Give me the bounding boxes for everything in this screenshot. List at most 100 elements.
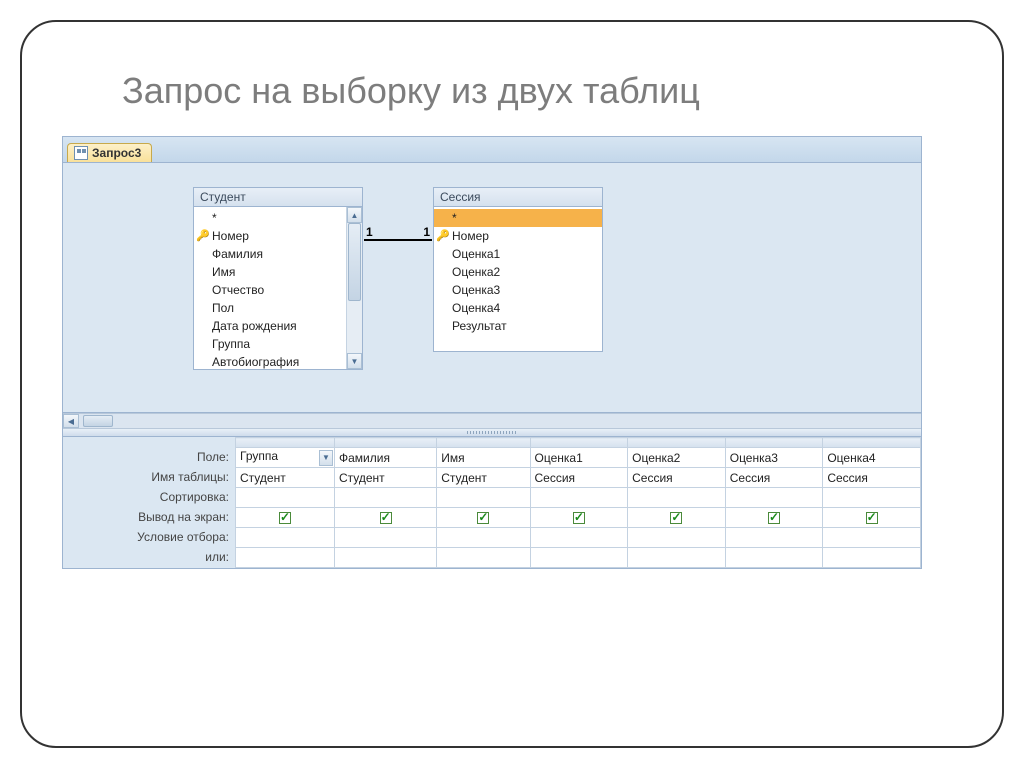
hscroll-design[interactable]: ◀ bbox=[63, 413, 921, 429]
show-checkbox[interactable] bbox=[768, 512, 780, 524]
table-cell[interactable]: Студент bbox=[236, 468, 335, 488]
sort-cell[interactable] bbox=[725, 488, 823, 508]
table-cell[interactable]: Сессия bbox=[725, 468, 823, 488]
table-cell[interactable]: Студент bbox=[437, 468, 530, 488]
scroll-up-button[interactable]: ▲ bbox=[347, 207, 362, 223]
field-cell[interactable]: Оценка4 bbox=[823, 448, 921, 468]
sort-cell[interactable] bbox=[823, 488, 921, 508]
field-cell[interactable]: Оценка3 bbox=[725, 448, 823, 468]
hscroll-thumb[interactable] bbox=[83, 415, 113, 427]
or-cell[interactable] bbox=[725, 548, 823, 568]
sort-cell[interactable] bbox=[628, 488, 726, 508]
criteria-cell[interactable] bbox=[437, 528, 530, 548]
field-cell[interactable]: Оценка2 bbox=[628, 448, 726, 468]
pane-splitter[interactable] bbox=[63, 429, 921, 437]
show-checkbox[interactable] bbox=[866, 512, 878, 524]
show-cell[interactable] bbox=[334, 508, 436, 528]
criteria-cell[interactable] bbox=[628, 528, 726, 548]
table-header[interactable]: Студент bbox=[194, 188, 362, 207]
show-checkbox[interactable] bbox=[279, 512, 291, 524]
show-cell[interactable] bbox=[628, 508, 726, 528]
scroll-left-button[interactable]: ◀ bbox=[63, 414, 79, 428]
criteria-cell[interactable] bbox=[334, 528, 436, 548]
scroll-thumb[interactable] bbox=[348, 223, 361, 301]
sort-cell[interactable] bbox=[334, 488, 436, 508]
field-row[interactable]: Результат bbox=[434, 317, 602, 335]
table-header[interactable]: Сессия bbox=[434, 188, 602, 207]
field-cell[interactable]: Фамилия bbox=[334, 448, 436, 468]
field-name: Автобиография bbox=[212, 355, 299, 369]
column-selector[interactable] bbox=[725, 438, 823, 448]
field-row[interactable]: Оценка3 bbox=[434, 281, 602, 299]
relationship-line[interactable] bbox=[364, 239, 432, 241]
field-row[interactable]: Оценка2 bbox=[434, 263, 602, 281]
show-cell[interactable] bbox=[725, 508, 823, 528]
field-cell[interactable]: Группа▼ bbox=[236, 448, 335, 468]
design-surface[interactable]: Студент *🔑НомерФамилияИмяОтчествоПолДата… bbox=[63, 163, 921, 413]
or-cell[interactable] bbox=[437, 548, 530, 568]
field-row[interactable]: Автобиография bbox=[194, 353, 346, 369]
field-row[interactable]: Имя bbox=[194, 263, 346, 281]
sort-cell[interactable] bbox=[236, 488, 335, 508]
column-selector[interactable] bbox=[334, 438, 436, 448]
field-row[interactable]: Пол bbox=[194, 299, 346, 317]
or-cell[interactable] bbox=[823, 548, 921, 568]
field-row[interactable]: * bbox=[434, 209, 602, 227]
table-cell[interactable]: Сессия bbox=[823, 468, 921, 488]
show-cell[interactable] bbox=[236, 508, 335, 528]
show-checkbox[interactable] bbox=[670, 512, 682, 524]
table-student[interactable]: Студент *🔑НомерФамилияИмяОтчествоПолДата… bbox=[193, 187, 363, 370]
field-row[interactable]: Отчество bbox=[194, 281, 346, 299]
field-row[interactable]: 🔑Номер bbox=[194, 227, 346, 245]
grid-table[interactable]: Группа▼ФамилияИмяОценка1 Оценка2 Оценка3Оц… bbox=[235, 437, 921, 568]
column-selector[interactable] bbox=[823, 438, 921, 448]
column-selector[interactable] bbox=[628, 438, 726, 448]
dropdown-icon[interactable]: ▼ bbox=[319, 450, 333, 466]
field-row[interactable]: Оценка1 bbox=[434, 245, 602, 263]
field-row[interactable]: 🔑Номер bbox=[434, 227, 602, 245]
column-selector[interactable] bbox=[437, 438, 530, 448]
field-list[interactable]: * 🔑Номер Оценка1 Оценка2Оценка3Оценка4Резул… bbox=[434, 207, 602, 351]
field-name: * bbox=[452, 211, 457, 225]
field-value: Оценка2 bbox=[632, 451, 680, 465]
field-list[interactable]: *🔑НомерФамилияИмяОтчествоПолДата рождени… bbox=[194, 207, 346, 369]
scrollbar-vertical[interactable]: ▲ ▼ bbox=[346, 207, 362, 369]
or-cell[interactable] bbox=[530, 548, 628, 568]
show-checkbox[interactable] bbox=[380, 512, 392, 524]
field-row[interactable]: Группа bbox=[194, 335, 346, 353]
field-row[interactable]: Оценка4 bbox=[434, 299, 602, 317]
field-name: Оценка1 bbox=[452, 247, 500, 261]
criteria-cell[interactable] bbox=[725, 528, 823, 548]
sort-cell[interactable] bbox=[530, 488, 628, 508]
table-session[interactable]: Сессия * 🔑Номер Оценка1 Оценка2Оценка3Оценк… bbox=[433, 187, 603, 352]
hscroll-track[interactable] bbox=[79, 414, 921, 428]
sort-cell[interactable] bbox=[437, 488, 530, 508]
criteria-cell[interactable] bbox=[236, 528, 335, 548]
criteria-cell[interactable] bbox=[823, 528, 921, 548]
label-table: Имя таблицы: bbox=[69, 467, 229, 487]
table-cell[interactable]: Сессия bbox=[628, 468, 726, 488]
criteria-cell[interactable] bbox=[530, 528, 628, 548]
show-checkbox[interactable] bbox=[477, 512, 489, 524]
column-selector[interactable] bbox=[236, 438, 335, 448]
table-cell[interactable]: Сессия bbox=[530, 468, 628, 488]
scroll-down-button[interactable]: ▼ bbox=[347, 353, 362, 369]
slide-frame: Запрос на выборку из двух таблиц Запрос3… bbox=[20, 20, 1004, 748]
tab-query3[interactable]: Запрос3 bbox=[67, 143, 152, 162]
column-selector[interactable] bbox=[530, 438, 628, 448]
table-cell[interactable]: Студент bbox=[334, 468, 436, 488]
scroll-track[interactable] bbox=[347, 223, 362, 353]
field-row[interactable]: * bbox=[194, 209, 346, 227]
label-or: или: bbox=[69, 547, 229, 567]
field-row[interactable]: Фамилия bbox=[194, 245, 346, 263]
show-cell[interactable] bbox=[823, 508, 921, 528]
or-cell[interactable] bbox=[236, 548, 335, 568]
or-cell[interactable] bbox=[628, 548, 726, 568]
field-cell[interactable]: Оценка1 bbox=[530, 448, 628, 468]
show-cell[interactable] bbox=[530, 508, 628, 528]
show-cell[interactable] bbox=[437, 508, 530, 528]
field-row[interactable]: Дата рождения bbox=[194, 317, 346, 335]
or-cell[interactable] bbox=[334, 548, 436, 568]
field-cell[interactable]: Имя bbox=[437, 448, 530, 468]
show-checkbox[interactable] bbox=[573, 512, 585, 524]
